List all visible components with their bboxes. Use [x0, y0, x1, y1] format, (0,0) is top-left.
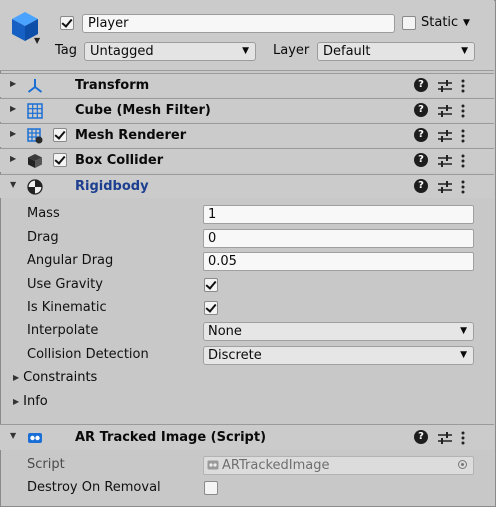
- kebab-menu-icon[interactable]: [460, 128, 466, 144]
- interpolate-label: Interpolate: [27, 323, 99, 338]
- script-field: ARTrackedImage: [203, 456, 474, 475]
- preset-sliders-icon[interactable]: [437, 103, 453, 119]
- drag-label: Drag: [27, 230, 59, 245]
- tag-label: Tag: [55, 43, 78, 58]
- component-title: Cube (Mesh Filter): [75, 103, 211, 118]
- component-tools: ?: [414, 128, 474, 144]
- static-label: Static: [421, 15, 459, 30]
- kebab-menu-icon[interactable]: [460, 153, 466, 169]
- is-kinematic-label: Is Kinematic: [27, 300, 107, 315]
- collision-detection-dropdown[interactable]: Discrete ▼: [203, 346, 474, 365]
- object-name-field[interactable]: Player: [82, 14, 395, 33]
- component-tools: ?: [414, 153, 474, 169]
- layer-value: Default: [323, 44, 371, 59]
- help-icon[interactable]: ?: [414, 128, 428, 142]
- script-icon: [207, 460, 219, 470]
- destroy-on-removal-checkbox[interactable]: [204, 481, 218, 495]
- interpolate-dropdown[interactable]: None ▼: [203, 322, 474, 341]
- foldout-arrow[interactable]: ▶: [10, 104, 16, 113]
- script-value: ARTrackedImage: [222, 458, 330, 473]
- component-title: Mesh Renderer: [75, 128, 187, 143]
- help-icon[interactable]: ?: [414, 179, 428, 193]
- chevron-down-icon: ▼: [460, 350, 467, 360]
- drag-field[interactable]: 0: [203, 229, 474, 248]
- help-icon[interactable]: ?: [414, 153, 428, 167]
- angular-drag-field[interactable]: 0.05: [203, 252, 474, 271]
- foldout-arrow[interactable]: ▶: [10, 79, 16, 88]
- help-icon[interactable]: ?: [414, 103, 428, 117]
- foldout-arrow: ▶: [13, 373, 20, 382]
- destroy-on-removal-label: Destroy On Removal: [27, 480, 161, 495]
- component-title: Rigidbody: [75, 179, 149, 194]
- transform-axes-icon: [27, 79, 43, 93]
- help-icon[interactable]: ?: [414, 430, 428, 444]
- object-picker-icon: [458, 460, 467, 469]
- preset-sliders-icon[interactable]: [437, 128, 453, 144]
- icon-dropdown-arrow[interactable]: ▼: [34, 36, 40, 45]
- mesh-renderer-enabled-checkbox[interactable]: [53, 128, 67, 142]
- use-gravity-checkbox[interactable]: [204, 278, 218, 292]
- static-dropdown-arrow[interactable]: ▼: [463, 14, 470, 32]
- constraints-label: Constraints: [23, 370, 98, 385]
- foldout-arrow[interactable]: ▶: [10, 129, 16, 138]
- component-mesh-filter[interactable]: ▶ Cube (Mesh Filter) ?: [0, 98, 494, 122]
- kebab-menu-icon[interactable]: [460, 78, 466, 94]
- interpolate-value: None: [208, 324, 242, 339]
- tag-value: Untagged: [90, 44, 154, 59]
- mesh-grid-icon: [27, 103, 43, 119]
- rigidbody-icon: [27, 179, 43, 195]
- component-title: Box Collider: [75, 153, 164, 168]
- layer-label: Layer: [273, 43, 310, 58]
- collision-detection-label: Collision Detection: [27, 347, 149, 362]
- foldout-arrow-expanded[interactable]: ▼: [10, 180, 16, 189]
- tag-dropdown[interactable]: Untagged ▼: [84, 42, 256, 61]
- component-tools: ?: [414, 78, 474, 94]
- use-gravity-label: Use Gravity: [27, 277, 103, 292]
- kebab-menu-icon[interactable]: [460, 179, 466, 195]
- preset-sliders-icon[interactable]: [437, 430, 453, 446]
- constraints-foldout[interactable]: ▶ Constraints: [13, 369, 97, 387]
- angular-drag-label: Angular Drag: [27, 253, 114, 268]
- component-tools: ?: [414, 103, 474, 119]
- active-toggle[interactable]: [60, 16, 74, 30]
- help-icon[interactable]: ?: [414, 78, 428, 92]
- box-collider-icon: [28, 154, 42, 168]
- foldout-arrow[interactable]: ▶: [10, 154, 16, 163]
- chevron-down-icon: ▼: [461, 46, 468, 56]
- preset-sliders-icon[interactable]: [437, 78, 453, 94]
- script-label: Script: [27, 457, 65, 472]
- box-collider-enabled-checkbox[interactable]: [53, 153, 67, 167]
- component-ar-tracked-image[interactable]: ▼ AR Tracked Image (Script) ?: [0, 424, 494, 450]
- static-checkbox[interactable]: [402, 16, 416, 30]
- mesh-renderer-icon: [27, 128, 43, 144]
- script-icon: [28, 433, 42, 443]
- collision-detection-value: Discrete: [208, 348, 262, 363]
- component-title: AR Tracked Image (Script): [75, 430, 267, 445]
- component-transform[interactable]: ▶ Transform ?: [0, 73, 494, 97]
- chevron-down-icon: ▼: [460, 326, 467, 336]
- mass-field[interactable]: 1: [203, 205, 474, 224]
- kebab-menu-icon[interactable]: [460, 103, 466, 119]
- foldout-arrow-expanded[interactable]: ▼: [10, 431, 16, 440]
- layer-dropdown[interactable]: Default ▼: [317, 42, 475, 61]
- inspector-header: ▼ Player Static ▼ Tag Untagged ▼ Layer D…: [0, 0, 494, 71]
- foldout-arrow: ▶: [13, 397, 20, 406]
- preset-sliders-icon[interactable]: [437, 179, 453, 195]
- info-label: Info: [23, 394, 48, 409]
- component-box-collider[interactable]: ▶ Box Collider ?: [0, 148, 494, 172]
- mass-label: Mass: [27, 206, 60, 221]
- info-foldout[interactable]: ▶ Info: [13, 393, 48, 411]
- is-kinematic-checkbox[interactable]: [204, 301, 218, 315]
- component-mesh-renderer[interactable]: ▶ Mesh Renderer ?: [0, 123, 494, 147]
- preset-sliders-icon[interactable]: [437, 153, 453, 169]
- component-tools: ?: [414, 430, 474, 446]
- chevron-down-icon: ▼: [242, 46, 249, 56]
- component-rigidbody[interactable]: ▼ Rigidbody ?: [0, 174, 494, 198]
- component-title: Transform: [75, 78, 150, 93]
- kebab-menu-icon[interactable]: [460, 430, 466, 446]
- component-tools: ?: [414, 179, 474, 195]
